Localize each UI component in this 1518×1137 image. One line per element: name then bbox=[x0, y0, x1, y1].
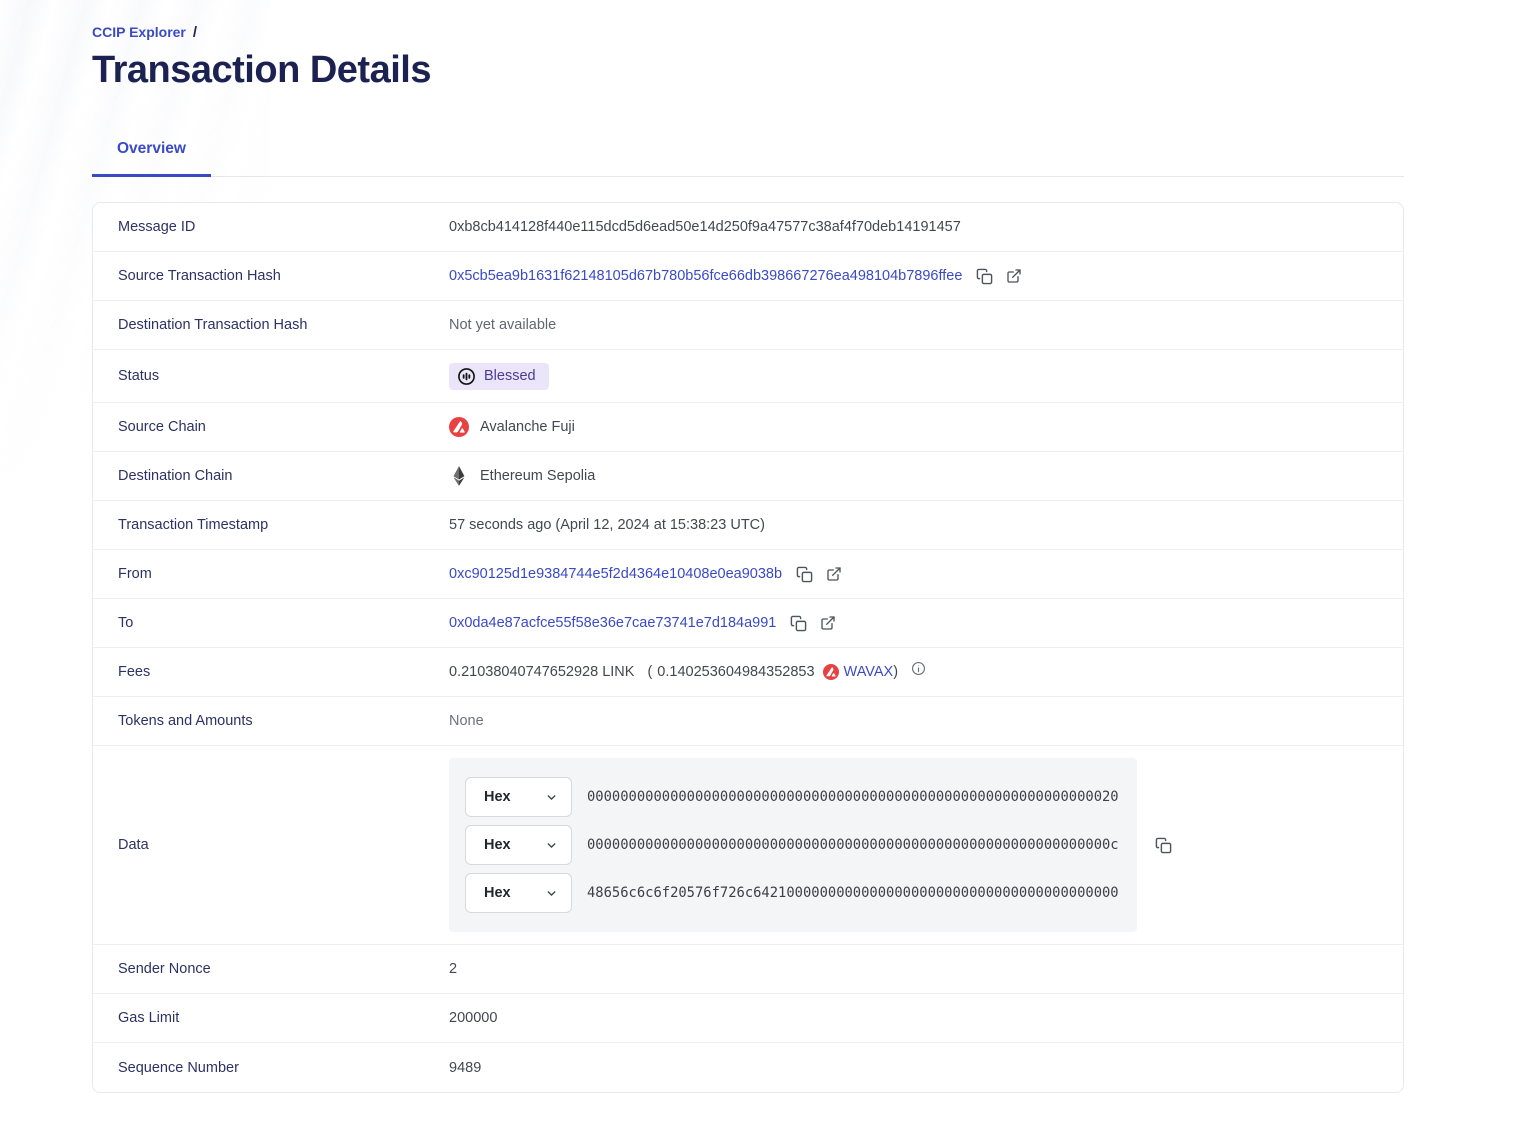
source-chain-name: Avalanche Fuji bbox=[480, 419, 575, 435]
signal-bars-icon bbox=[457, 367, 476, 386]
transaction-details-page: CCIP Explorer / Transaction Details Over… bbox=[0, 0, 1518, 1093]
fees-link-amount: 0.21038040747652928 LINK bbox=[449, 664, 634, 680]
destination-transaction-hash-value: Not yet available bbox=[449, 317, 556, 333]
hex-encoding-select-value: Hex bbox=[484, 837, 511, 853]
data-line: Hex 000000000000000000000000000000000000… bbox=[465, 825, 1137, 865]
chevron-down-icon bbox=[545, 887, 558, 900]
breadcrumb-separator: / bbox=[193, 24, 197, 41]
external-link-icon[interactable] bbox=[1006, 268, 1022, 284]
wavax-token-link[interactable]: WAVAX bbox=[844, 664, 894, 680]
table-row-destination-chain: Destination Chain Ethereum Sepolia bbox=[93, 452, 1403, 501]
table-row-destination-transaction-hash: Destination Transaction Hash Not yet ava… bbox=[93, 301, 1403, 350]
data-hex-box: Hex 000000000000000000000000000000000000… bbox=[449, 758, 1137, 932]
row-label: Data bbox=[118, 837, 449, 853]
row-label: From bbox=[118, 566, 449, 582]
table-row-gas-limit: Gas Limit 200000 bbox=[93, 994, 1403, 1043]
data-line: Hex 48656c6c6f20576f726c6421000000000000… bbox=[465, 873, 1137, 913]
hex-encoding-select-value: Hex bbox=[484, 885, 511, 901]
row-label: Source Chain bbox=[118, 419, 449, 435]
row-label: To bbox=[118, 615, 449, 631]
row-label: Destination Chain bbox=[118, 468, 449, 484]
table-row-sequence-number: Sequence Number 9489 bbox=[93, 1043, 1403, 1092]
row-label: Fees bbox=[118, 664, 449, 680]
status-badge-label: Blessed bbox=[484, 368, 536, 384]
chevron-down-icon bbox=[545, 791, 558, 804]
table-row-to: To 0x0da4e87acfce55f58e36e7cae73741e7d18… bbox=[93, 599, 1403, 648]
copy-icon[interactable] bbox=[790, 615, 807, 632]
to-address-link[interactable]: 0x0da4e87acfce55f58e36e7cae73741e7d184a9… bbox=[449, 615, 776, 631]
tokens-and-amounts-value: None bbox=[449, 713, 484, 729]
gas-limit-value: 200000 bbox=[449, 1010, 497, 1026]
data-hex-line: 0000000000000000000000000000000000000000… bbox=[587, 837, 1119, 853]
row-label: Message ID bbox=[118, 219, 449, 235]
row-label: Destination Transaction Hash bbox=[118, 317, 449, 333]
source-transaction-hash-link[interactable]: 0x5cb5ea9b1631f62148105d67b780b56fce66db… bbox=[449, 268, 962, 284]
from-address-link[interactable]: 0xc90125d1e9384744e5f2d4364e10408e0ea903… bbox=[449, 566, 782, 582]
page-title: Transaction Details bbox=[92, 49, 1518, 92]
row-label: Transaction Timestamp bbox=[118, 517, 449, 533]
hex-encoding-select[interactable]: Hex bbox=[465, 777, 572, 817]
hex-encoding-select-value: Hex bbox=[484, 789, 511, 805]
info-icon[interactable] bbox=[911, 661, 926, 676]
transaction-details-table: Message ID 0xb8cb414128f440e115dcd5d6ead… bbox=[92, 202, 1404, 1093]
data-line: Hex 000000000000000000000000000000000000… bbox=[465, 777, 1137, 817]
row-label: Sender Nonce bbox=[118, 961, 449, 977]
tab-overview[interactable]: Overview bbox=[92, 132, 211, 177]
hex-encoding-select[interactable]: Hex bbox=[465, 825, 572, 865]
data-hex-line: 48656c6c6f20576f726c64210000000000000000… bbox=[587, 885, 1119, 901]
table-row-sender-nonce: Sender Nonce 2 bbox=[93, 945, 1403, 994]
table-row-data: Data Hex 0000000000000000000000000000000… bbox=[93, 746, 1403, 945]
table-row-transaction-timestamp: Transaction Timestamp 57 seconds ago (Ap… bbox=[93, 501, 1403, 550]
copy-icon[interactable] bbox=[796, 566, 813, 583]
table-row-from: From 0xc90125d1e9384744e5f2d4364e10408e0… bbox=[93, 550, 1403, 599]
table-row-source-transaction-hash: Source Transaction Hash 0x5cb5ea9b1631f6… bbox=[93, 252, 1403, 301]
fees-paren-open: ( bbox=[647, 664, 652, 680]
table-row-message-id: Message ID 0xb8cb414128f440e115dcd5d6ead… bbox=[93, 203, 1403, 252]
fees-native-amount: 0.140253604984352853 bbox=[657, 664, 814, 680]
table-row-tokens-and-amounts: Tokens and Amounts None bbox=[93, 697, 1403, 746]
row-label: Sequence Number bbox=[118, 1060, 449, 1076]
row-label: Source Transaction Hash bbox=[118, 268, 449, 284]
row-label: Status bbox=[118, 368, 449, 384]
tab-bar: Overview bbox=[92, 132, 1404, 177]
chevron-down-icon bbox=[545, 839, 558, 852]
copy-icon[interactable] bbox=[976, 268, 993, 285]
avalanche-logo-icon bbox=[823, 664, 839, 680]
message-id-value: 0xb8cb414128f440e115dcd5d6ead50e14d250f9… bbox=[449, 219, 961, 235]
breadcrumb: CCIP Explorer / bbox=[92, 24, 1518, 41]
table-row-source-chain: Source Chain Avalanche Fuji bbox=[93, 403, 1403, 452]
breadcrumb-link-ccip-explorer[interactable]: CCIP Explorer bbox=[92, 24, 186, 40]
avalanche-logo-icon bbox=[449, 417, 469, 437]
table-row-status: Status Blessed bbox=[93, 350, 1403, 403]
sender-nonce-value: 2 bbox=[449, 961, 457, 977]
external-link-icon[interactable] bbox=[826, 566, 842, 582]
sequence-number-value: 9489 bbox=[449, 1060, 481, 1076]
status-badge: Blessed bbox=[449, 363, 549, 390]
row-label: Gas Limit bbox=[118, 1010, 449, 1026]
fees-paren-close: ) bbox=[893, 664, 898, 680]
ethereum-logo-icon bbox=[449, 466, 469, 486]
row-label: Tokens and Amounts bbox=[118, 713, 449, 729]
hex-encoding-select[interactable]: Hex bbox=[465, 873, 572, 913]
destination-chain-name: Ethereum Sepolia bbox=[480, 468, 595, 484]
transaction-timestamp-value: 57 seconds ago (April 12, 2024 at 15:38:… bbox=[449, 517, 765, 533]
copy-icon[interactable] bbox=[1155, 837, 1172, 854]
external-link-icon[interactable] bbox=[820, 615, 836, 631]
data-hex-line: 0000000000000000000000000000000000000000… bbox=[587, 789, 1119, 805]
table-row-fees: Fees 0.21038040747652928 LINK ( 0.140253… bbox=[93, 648, 1403, 697]
